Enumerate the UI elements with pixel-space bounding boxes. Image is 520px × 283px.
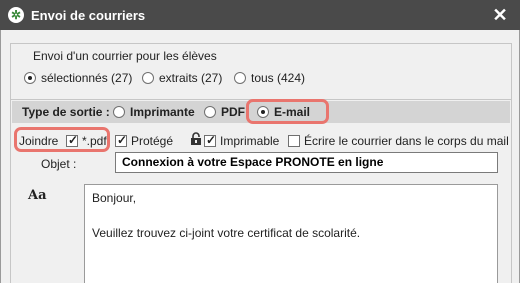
dialog-body: Envoi d'un courrier pour les élèves séle… — [0, 30, 520, 283]
window-title: Envoi de courriers — [31, 8, 146, 23]
checkbox-printable[interactable]: Imprimable — [204, 133, 280, 148]
subject-input[interactable]: Connexion à votre Espace PRONOTE en lign… — [115, 152, 498, 173]
radio-pdf[interactable]: PDF — [204, 105, 245, 119]
font-format-icon[interactable]: Aa — [28, 188, 47, 203]
radio-label: tous (424) — [251, 71, 306, 85]
lock-icon[interactable] — [190, 132, 202, 146]
radio-extracted[interactable]: extraits (27) — [142, 71, 222, 85]
radio-label: Imprimante — [130, 105, 195, 119]
checkbox-indicator[interactable] — [288, 135, 300, 147]
radio-indicator[interactable] — [234, 72, 246, 84]
checkbox-write-in-body[interactable]: Écrire le courrier dans le corps du mail — [288, 134, 509, 148]
checkbox-label: Imprimable — [220, 134, 280, 148]
message-body-editor[interactable]: Bonjour, Veuillez trouvez ci-joint votre… — [84, 184, 498, 283]
radio-indicator[interactable] — [204, 106, 216, 118]
output-group: Type de sortie : Imprimante PDF E-mail J… — [10, 99, 512, 283]
app-logo-icon: ✲ — [8, 7, 24, 23]
email-highlight — [246, 99, 329, 124]
radio-indicator[interactable] — [142, 72, 154, 84]
title-bar: ✲ Envoi de courriers ✕ — [0, 0, 520, 30]
body-line-text: Veuillez trouvez ci-joint votre certific… — [92, 226, 361, 240]
recipients-legend: Envoi d'un courrier pour les élèves — [31, 49, 219, 63]
checkbox-label: Protégé — [131, 134, 174, 148]
checkbox-label: Écrire le courrier dans le corps du mail — [304, 134, 509, 148]
body-line-greeting: Bonjour, — [92, 191, 137, 205]
radio-label: PDF — [221, 105, 245, 119]
output-type-label: Type de sortie : — [22, 105, 110, 119]
radio-indicator[interactable] — [113, 106, 125, 118]
radio-label: extraits (27) — [159, 71, 223, 85]
radio-label: sélectionnés (27) — [41, 71, 133, 85]
radio-all[interactable]: tous (424) — [234, 71, 305, 85]
checkbox-protected[interactable]: Protégé — [115, 133, 174, 148]
pdf-highlight — [14, 127, 110, 152]
radio-indicator[interactable] — [24, 72, 36, 84]
recipients-group: Envoi d'un courrier pour les élèves séle… — [10, 43, 512, 107]
subject-label: Objet : — [41, 157, 77, 171]
radio-printer[interactable]: Imprimante — [113, 105, 195, 119]
radio-selected[interactable]: sélectionnés (27) — [24, 71, 132, 85]
close-button[interactable]: ✕ — [489, 4, 511, 26]
checkbox-indicator[interactable] — [115, 133, 127, 147]
checkbox-indicator[interactable] — [204, 133, 216, 147]
